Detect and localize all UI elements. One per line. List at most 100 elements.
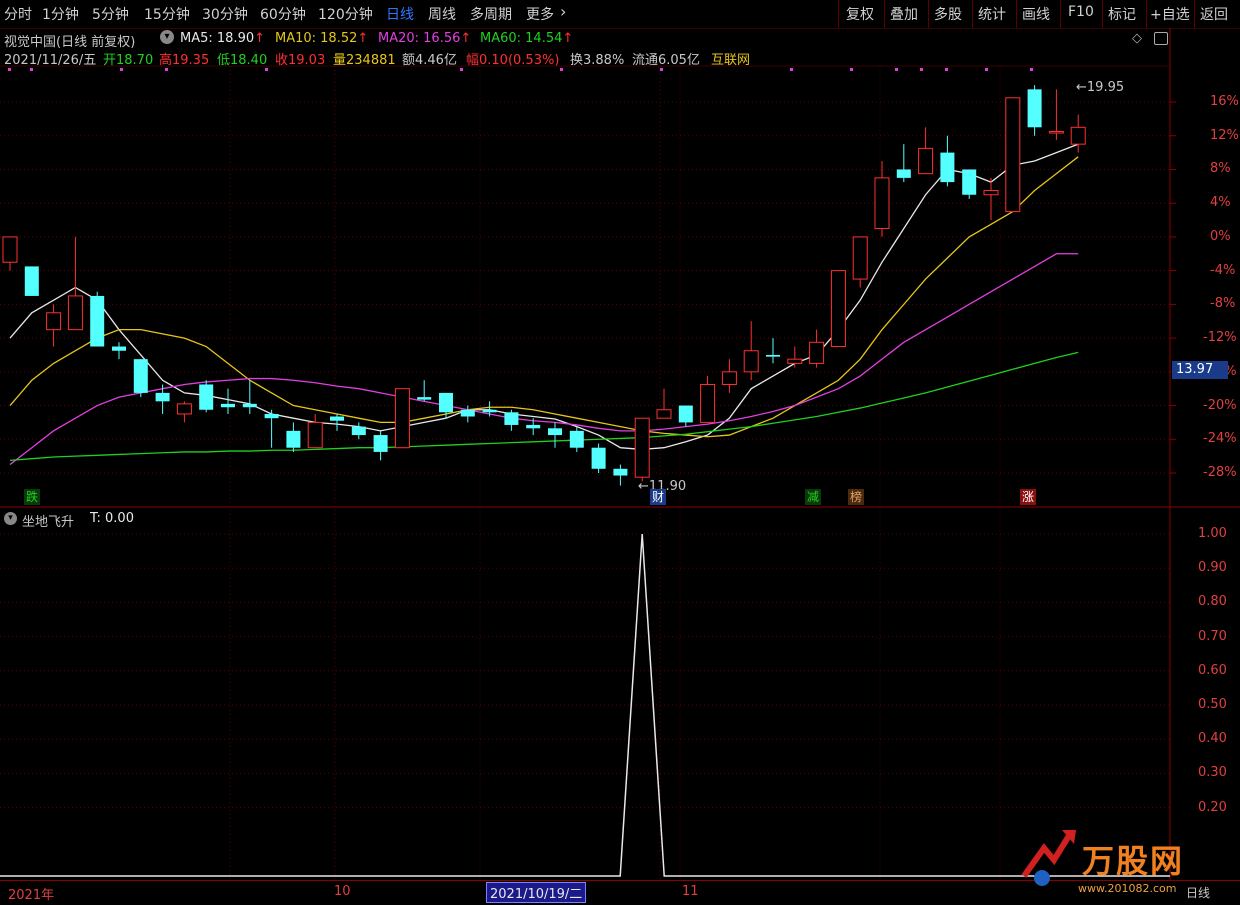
event-tag-cai[interactable]: 财 [650,489,667,505]
event-tag-zhang[interactable]: 涨 [1020,489,1037,505]
indicator-tick-label: 0.80 [1198,594,1227,610]
price-tick-label: -24% [1203,431,1237,447]
price-tick-label: -20% [1203,397,1237,413]
candle-body [417,397,432,400]
candle-body [482,409,497,413]
signal-dot [660,68,663,71]
high-marker-label: ←19.95 [1076,80,1125,95]
indicator-tick-label: 0.50 [1198,697,1227,712]
watermark-brand: 万股网 [1082,842,1185,880]
indicator-tick-label: 0.30 [1198,765,1227,781]
candle-body [67,295,83,331]
event-tag-bang[interactable]: 榜 [848,489,865,505]
candle-body [133,359,148,393]
indicator-tick-label: 0.40 [1198,731,1227,747]
timeline-nov: 11 [682,884,699,899]
price-tick-label: 0% [1210,228,1231,244]
candle-body [1027,89,1042,128]
candle-body [1005,97,1021,213]
candle-body [896,169,911,178]
candle-body [112,346,126,351]
candle-body [918,147,934,175]
indicator-title[interactable]: 坐地飞升 [22,511,74,530]
candle-body [983,190,999,196]
watermark-url: www.201082.com [1078,882,1177,895]
candle-body [46,312,62,331]
candle-body [286,430,301,448]
timeline-oct: 10 [334,884,351,899]
price-tick-label: 8% [1210,161,1231,177]
ma-line-ma5 [9,143,1079,451]
candle-body [743,350,759,373]
signal-dot [945,68,948,71]
price-tick-label: 16% [1210,94,1239,109]
signal-dot [850,68,853,71]
indicator-tick-label: 1.00 [1198,526,1227,541]
kline-chart[interactable] [0,0,1240,904]
candle-body [548,428,562,436]
candle-body [721,371,737,385]
event-tag-die[interactable]: 跌 [24,489,41,505]
indicator-tick-label: 0.60 [1198,662,1227,678]
signal-dot [120,68,123,71]
logo-arrow-icon [1021,830,1076,886]
candle-body [656,409,672,419]
candle-body [526,424,541,429]
signal-dot [30,68,33,71]
signal-dot [8,68,11,71]
candle-body [874,177,890,229]
candle-body [569,430,584,448]
candle-body [307,421,323,449]
ma-line-ma60 [9,351,1079,462]
candle-body [678,405,693,423]
candle-body [351,426,366,436]
candle-body [1070,126,1086,145]
candle-body [330,416,344,421]
candle-body [439,392,453,413]
watermark: 万股网 www.201082.com 日线 [1018,826,1240,904]
signal-dot [165,68,168,71]
indicator-tick-label: 0.20 [1198,799,1227,815]
candle-body [460,409,475,417]
candle-body [24,266,39,296]
signal-dot [265,68,268,71]
price-tick-label: -4% [1210,262,1236,278]
price-tick-label: -8% [1210,296,1236,312]
candle-body [242,403,257,408]
candle-body [221,403,235,408]
event-tag-jian[interactable]: 减 [805,489,822,505]
candle-body [373,435,388,452]
candle-body [1048,131,1064,134]
candle-body [504,412,519,425]
signal-dot [460,68,463,71]
signal-dot [790,68,793,71]
candle-body [940,152,955,183]
candle-body [852,236,868,280]
current-price-badge: 13.97 [1172,361,1228,379]
candle-body [634,417,650,478]
indicator-tick-label: 0.70 [1198,628,1227,644]
candle-body [830,270,846,348]
candle-body [199,384,214,410]
candle-body [613,468,628,476]
indicator-tick-label: 0.90 [1198,560,1227,576]
candle-body [809,341,825,364]
candle-body [700,383,716,423]
timeline-cursor-date: 2021/10/19/二 [486,882,587,903]
signal-dot [560,68,563,71]
candle-body [264,413,279,419]
indicator-value: T: 0.00 [90,511,134,526]
signal-dot [985,68,988,71]
candle-body [155,392,170,402]
indicator-menu-icon[interactable]: ▾ [4,512,17,525]
candle-body [2,236,18,263]
signal-dot [920,68,923,71]
price-tick-label: -28% [1203,465,1237,480]
timeline-start: 2021年 [8,888,55,903]
price-tick-label: 4% [1210,195,1231,211]
ma-line-ma20 [9,253,1079,466]
price-tick-label: 12% [1210,127,1239,143]
signal-dot [1030,68,1033,71]
candle-body [394,388,410,449]
price-tick-label: -12% [1203,330,1237,346]
